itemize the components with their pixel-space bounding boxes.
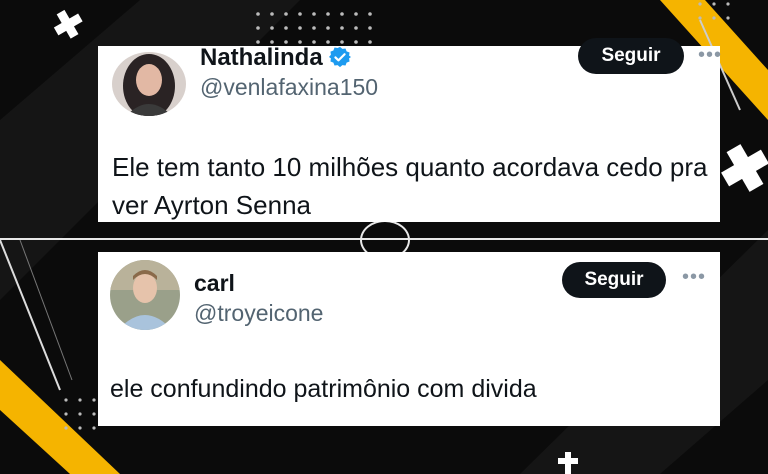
tweet-text: ele confundindo patrimônio com divida <box>110 375 537 403</box>
display-name-text: Nathalinda <box>200 44 323 71</box>
more-options-icon[interactable]: ••• <box>682 266 706 289</box>
avatar[interactable] <box>110 260 180 330</box>
follow-button[interactable]: Seguir <box>578 38 684 74</box>
tweet-card: carl @troyeicone Seguir ••• ele confundi… <box>98 252 720 426</box>
more-options-icon[interactable]: ••• <box>698 44 722 67</box>
plus-decoration <box>53 9 83 39</box>
tweet-text: Ele tem tanto 10 milhões quanto acordava… <box>112 152 708 220</box>
user-handle[interactable]: @venlafaxina150 <box>200 74 378 101</box>
user-handle[interactable]: @troyeicone <box>194 300 323 327</box>
verified-badge-icon <box>328 46 351 68</box>
tweet-card: Nathalinda @venlafaxina150 Seguir ••• El… <box>98 38 722 222</box>
display-name[interactable]: carl <box>194 270 235 297</box>
follow-button[interactable]: Seguir <box>562 262 666 298</box>
avatar[interactable] <box>112 52 186 116</box>
display-name[interactable]: Nathalinda <box>200 44 351 72</box>
